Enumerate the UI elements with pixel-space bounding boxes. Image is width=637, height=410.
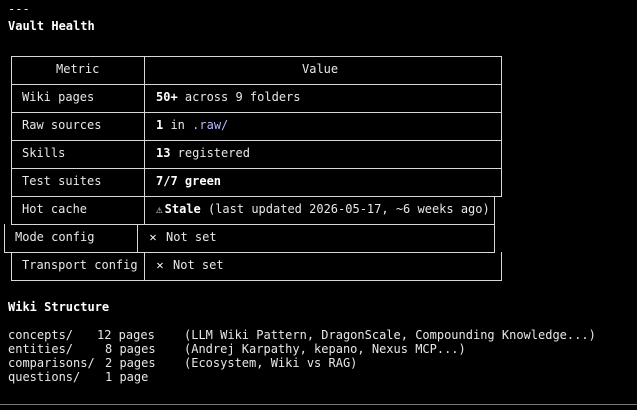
value-transport-config: ✕ Not set (156, 258, 224, 272)
desc-comparisons: (Ecosystem, Wiki vs RAG) (184, 356, 358, 370)
count-questions: 1 page (105, 370, 149, 384)
metric-test-suites: Test suites (22, 174, 102, 188)
x-icon: ✕ (156, 258, 164, 272)
warning-icon: ⚠ (156, 203, 163, 216)
value-mode-config: ✕ Not set (149, 230, 217, 244)
value-raw-sources: 1 in .raw/ (156, 118, 229, 132)
value-skills: 13 registered (156, 146, 250, 160)
raw-path: .raw/ (192, 118, 229, 132)
header-metric: Metric (56, 62, 100, 76)
metric-skills: Skills (22, 146, 66, 160)
bottom-divider (0, 404, 637, 405)
value-wiki-pages: 50+ across 9 folders (156, 90, 301, 104)
count-comparisons: 2 pages (105, 356, 156, 370)
vault-health-title: Vault Health (8, 19, 95, 33)
folder-concepts: concepts/ (8, 328, 74, 342)
wiki-structure-title: Wiki Structure (8, 300, 110, 314)
folder-comparisons: comparisons/ (8, 356, 95, 370)
folder-questions: questions/ (8, 370, 81, 384)
top-rule: --- (8, 2, 30, 16)
metric-mode-config: Mode config (15, 230, 95, 244)
header-value: Value (302, 62, 339, 76)
metric-transport-config: Transport config (22, 258, 138, 272)
metric-wiki-pages: Wiki pages (22, 90, 95, 104)
folder-entities: entities/ (8, 342, 74, 356)
desc-concepts: (LLM Wiki Pattern, DragonScale, Compound… (184, 328, 596, 342)
value-hot-cache: ⚠ Stale (last updated 2026-05-17, ~6 week… (156, 202, 490, 216)
count-entities: 8 pages (105, 342, 156, 356)
desc-entities: (Andrej Karpathy, kepano, Nexus MCP...) (184, 342, 466, 356)
metric-raw-sources: Raw sources (22, 118, 102, 132)
count-concepts: 12 pages (97, 328, 155, 342)
x-icon: ✕ (149, 230, 157, 244)
metric-hot-cache: Hot cache (22, 202, 88, 216)
value-test-suites: 7/7 green (156, 174, 222, 188)
